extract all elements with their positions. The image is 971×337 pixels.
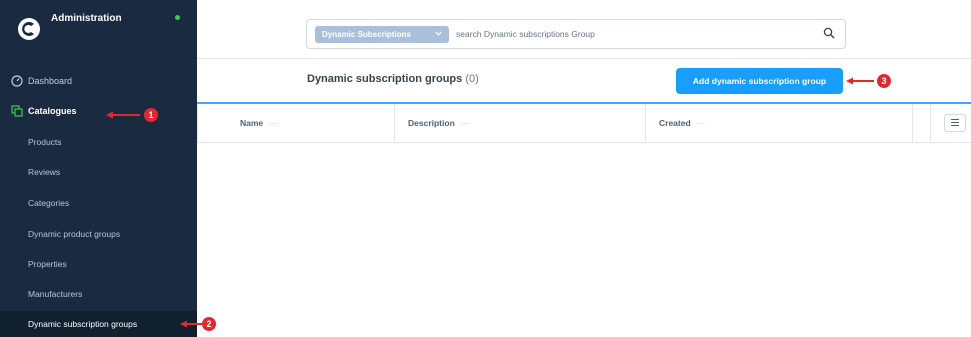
sidebar-item-dashboard[interactable]: Dashboard — [0, 70, 197, 94]
search-entity-dropdown[interactable]: Dynamic Subscriptions — [315, 26, 449, 43]
sidebar-item-catalogues[interactable]: Catalogues — [0, 100, 197, 124]
column-menu-icon[interactable]: ··· — [697, 118, 706, 128]
page-title: Dynamic subscription groups (0) — [307, 73, 479, 85]
sidebar-item-label: Catalogues — [28, 106, 77, 116]
annotation-badge-1: 1 — [144, 108, 158, 122]
search-input[interactable]: search Dynamic subscriptions Group — [456, 29, 595, 39]
column-menu-icon[interactable]: ··· — [269, 118, 278, 128]
sidebar-item-label: Dashboard — [28, 76, 73, 86]
search-entity-label: Dynamic Subscriptions — [322, 30, 411, 39]
column-menu-icon[interactable]: ··· — [461, 118, 470, 128]
sidebar-subitem-dynamic-subscription-groups[interactable]: Dynamic subscription groups — [0, 311, 197, 337]
annotation-arrow-2 — [180, 320, 202, 328]
column-divider — [197, 104, 198, 142]
column-divider — [394, 104, 395, 142]
sidebar-subitem-label: Dynamic subscription groups — [28, 319, 138, 329]
dashboard-icon — [11, 75, 23, 87]
column-divider — [645, 104, 646, 142]
sidebar-subitem-label: Reviews — [28, 167, 61, 177]
column-header-label: Created — [659, 118, 691, 128]
sidebar-subitem-label: Products — [28, 137, 62, 147]
admin-page: Administration Dashboard Catalogues Prod… — [0, 0, 971, 337]
sidebar-subitem-label: Categories — [28, 198, 70, 208]
app-title: Administration — [51, 13, 122, 24]
sidebar-subitem-manufacturers[interactable]: Manufacturers — [0, 281, 197, 307]
item-count: (0) — [465, 73, 479, 85]
annotation-badge-2: 2 — [202, 317, 216, 331]
table-header: Name ··· Description ··· Created ··· — [197, 104, 971, 143]
sidebar: Administration Dashboard Catalogues Prod… — [0, 0, 197, 337]
column-divider — [912, 104, 913, 142]
column-header-label: Description — [408, 118, 455, 128]
catalogues-icon — [11, 105, 23, 117]
column-divider — [930, 104, 931, 142]
sidebar-subitem-products[interactable]: Products — [0, 129, 197, 155]
column-header-name[interactable]: Name ··· — [240, 118, 278, 128]
sidebar-subitem-categories[interactable]: Categories — [0, 190, 197, 216]
chevron-down-icon — [435, 31, 442, 36]
annotation-badge-3: 3 — [877, 74, 891, 88]
sidebar-subitem-label: Dynamic product groups — [28, 229, 121, 239]
column-header-created[interactable]: Created ··· — [659, 118, 705, 128]
sidebar-subitem-dynamic-product-groups[interactable]: Dynamic product groups — [0, 221, 197, 247]
sidebar-subitem-reviews[interactable]: Reviews — [0, 159, 197, 185]
search-icon[interactable] — [823, 27, 835, 39]
add-dynamic-subscription-group-button[interactable]: Add dynamic subscription group — [676, 68, 843, 94]
logo-icon — [18, 18, 40, 40]
page-title-text: Dynamic subscription groups — [307, 73, 463, 85]
column-header-description[interactable]: Description ··· — [408, 118, 469, 128]
column-header-label: Name — [240, 118, 264, 128]
header-divider — [197, 58, 971, 59]
list-settings-icon — [951, 118, 959, 127]
table-settings-button[interactable] — [944, 114, 966, 132]
sidebar-brand: Administration — [0, 0, 197, 56]
sidebar-subitem-properties[interactable]: Properties — [0, 251, 197, 277]
sidebar-subitem-label: Properties — [28, 259, 67, 269]
status-indicator — [175, 15, 180, 20]
sidebar-subitem-label: Manufacturers — [28, 289, 83, 299]
annotation-arrow-3 — [846, 77, 874, 85]
global-search[interactable]: Dynamic Subscriptions search Dynamic sub… — [306, 19, 846, 49]
annotation-arrow-1 — [106, 111, 140, 119]
